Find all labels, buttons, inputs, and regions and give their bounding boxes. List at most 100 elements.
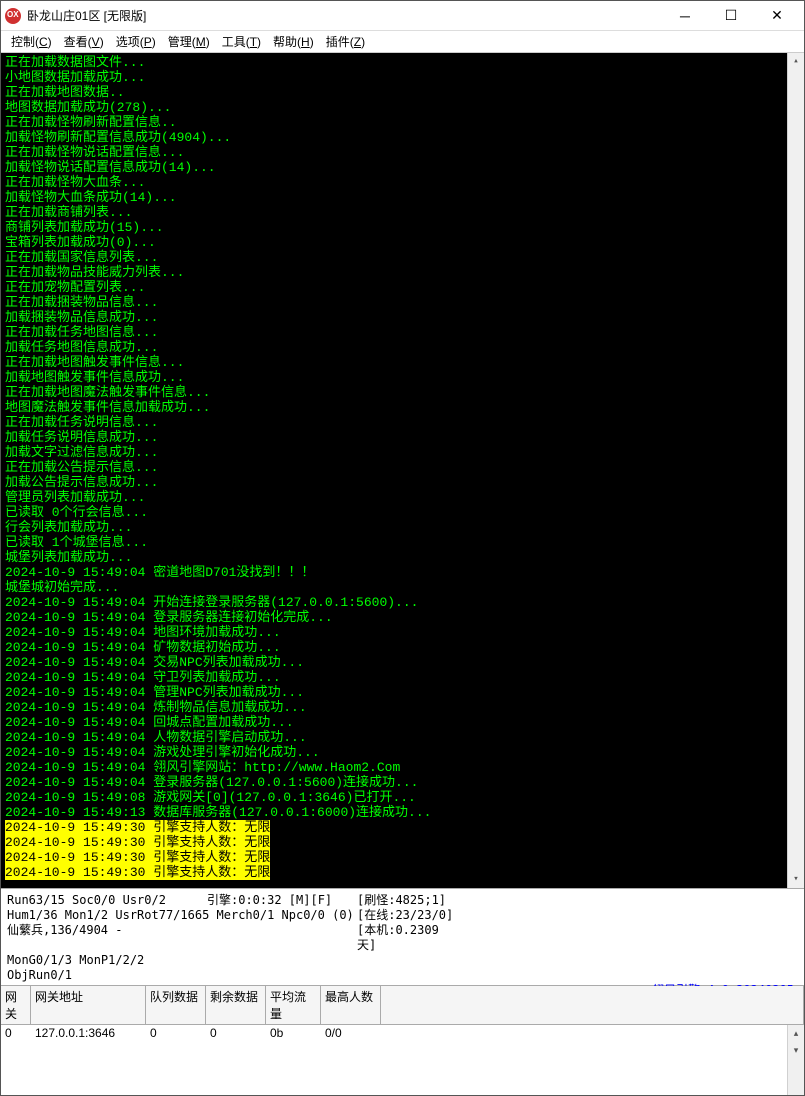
log-line: 小地图数据加载成功... [5, 70, 800, 85]
log-line: 正在加载怪物大血条... [5, 175, 800, 190]
log-line: 正在加载数据图文件... [5, 55, 800, 70]
table-cell: 0 [1, 1025, 31, 1041]
log-line: 2024-10-9 15:49:04 登录服务器(127.0.0.1:5600)… [5, 775, 800, 790]
log-line: 2024-10-9 15:49:04 开始连接登录服务器(127.0.0.1:5… [5, 595, 800, 610]
log-line: 加载文字过滤信息成功... [5, 445, 800, 460]
log-line: 2024-10-9 15:49:04 翎风引擎网站：http://www.Hao… [5, 760, 800, 775]
gateway-table-body: 0127.0.0.1:3646000b0/0 ▴ ▾ [1, 1025, 804, 1095]
log-line: 地图数据加载成功(278)... [5, 100, 800, 115]
table-cell: 0b [266, 1025, 321, 1041]
log-line: 2024-10-9 15:49:04 密道地图D701没找到！！！ [5, 565, 800, 580]
table-cell: 127.0.0.1:3646 [31, 1025, 146, 1041]
log-line: 加载怪物大血条成功(14)... [5, 190, 800, 205]
log-line: 正在加载公告提示信息... [5, 460, 800, 475]
log-line: 行会列表加载成功... [5, 520, 800, 535]
log-line: 正在加载怪物刷新配置信息.. [5, 115, 800, 130]
gateway-table-header: 网关网关地址队列数据剩余数据平均流量最高人数 [1, 985, 804, 1025]
log-line: 2024-10-9 15:49:04 登录服务器连接初始化完成... [5, 610, 800, 625]
log-line: 正在加载地图魔法触发事件信息... [5, 385, 800, 400]
table-cell: 0 [206, 1025, 266, 1041]
log-line: 2024-10-9 15:49:04 矿物数据初始成功... [5, 640, 800, 655]
menu-m[interactable]: 管理(M) [162, 31, 216, 52]
status-mong: MonG0/1/3 MonP1/2/2 ObjRun0/1 [7, 953, 207, 983]
log-line: 加载怪物说话配置信息成功(14)... [5, 160, 800, 175]
log-line: 已读取 1个城堡信息... [5, 535, 800, 550]
titlebar: 卧龙山庄01区 [无限版] ─ ☐ ✕ [1, 1, 804, 31]
log-line: 2024-10-9 15:49:04 管理NPC列表加载成功... [5, 685, 800, 700]
table-cell: 0/0 [321, 1025, 381, 1041]
menu-t[interactable]: 工具(T) [216, 31, 267, 52]
log-line: 商铺列表加载成功(15)... [5, 220, 800, 235]
table-scrollbar[interactable]: ▴ ▾ [787, 1025, 804, 1095]
log-line: 加载任务地图信息成功... [5, 340, 800, 355]
app-icon [5, 8, 21, 24]
scroll-down-icon[interactable]: ▾ [788, 871, 804, 888]
log-line: 正在加载物品技能威力列表... [5, 265, 800, 280]
log-line: 正在加宠物配置列表... [5, 280, 800, 295]
menu-v[interactable]: 查看(V) [58, 31, 110, 52]
scroll-down-icon[interactable]: ▾ [788, 1042, 804, 1059]
log-line: 正在加载怪物说话配置信息... [5, 145, 800, 160]
log-line: 城堡城初始完成... [5, 580, 800, 595]
minimize-button[interactable]: ─ [662, 1, 708, 31]
log-line: 2024-10-9 15:49:13 数据库服务器(127.0.0.1:6000… [5, 805, 800, 820]
log-line: 管理员列表加载成功... [5, 490, 800, 505]
status-engine-time: 引擎:0:0:32 [M][F] [207, 893, 357, 908]
menu-p[interactable]: 选项(P) [110, 31, 162, 52]
log-line: 地图魔法触发事件信息加载成功... [5, 400, 800, 415]
status-item: 仙蘩兵,136/4904 - [7, 923, 357, 953]
log-line: 2024-10-9 15:49:08 游戏网关[0](127.0.0.1:364… [5, 790, 800, 805]
scroll-up-icon[interactable]: ▴ [788, 1025, 804, 1042]
col-header[interactable]: 剩余数据 [206, 986, 266, 1024]
log-line: 2024-10-9 15:49:30 引擎支持人数：无限 [5, 820, 800, 835]
log-line: 正在加载捆装物品信息... [5, 295, 800, 310]
status-run: Run63/15 Soc0/0 Usr0/2 [7, 893, 207, 908]
status-monster: [刷怪:4825;1] [357, 893, 457, 908]
col-header[interactable]: 队列数据 [146, 986, 206, 1024]
table-cell: 0 [146, 1025, 206, 1041]
log-line: 2024-10-9 15:49:04 炼制物品信息加载成功... [5, 700, 800, 715]
log-line: 2024-10-9 15:49:04 回城点配置加载成功... [5, 715, 800, 730]
log-line: 2024-10-9 15:49:04 交易NPC列表加载成功... [5, 655, 800, 670]
log-line: 加载怪物刷新配置信息成功(4904)... [5, 130, 800, 145]
log-line: 正在加载国家信息列表... [5, 250, 800, 265]
log-line: 加载公告提示信息成功... [5, 475, 800, 490]
log-line: 宝箱列表加载成功(0)... [5, 235, 800, 250]
col-header[interactable]: 最高人数 [321, 986, 381, 1024]
log-line: 加载捆装物品信息成功... [5, 310, 800, 325]
menu-z[interactable]: 插件(Z) [320, 31, 371, 52]
console-log: 正在加载数据图文件...小地图数据加载成功...正在加载地图数据..地图数据加载… [1, 53, 804, 888]
log-line: 2024-10-9 15:49:04 地图环境加载成功... [5, 625, 800, 640]
log-line: 正在加载地图触发事件信息... [5, 355, 800, 370]
menubar: 控制(C)查看(V)选项(P)管理(M)工具(T)帮助(H)插件(Z) [1, 31, 804, 53]
log-line: 2024-10-9 15:49:04 人物数据引擎启动成功... [5, 730, 800, 745]
log-line: 加载任务说明信息成功... [5, 430, 800, 445]
status-panel: Run63/15 Soc0/0 Usr0/2 引擎:0:0:32 [M][F] … [1, 888, 804, 985]
close-button[interactable]: ✕ [754, 1, 800, 31]
maximize-button[interactable]: ☐ [708, 1, 754, 31]
log-line: 2024-10-9 15:49:30 引擎支持人数：无限 [5, 865, 800, 880]
menu-h[interactable]: 帮助(H) [267, 31, 320, 52]
col-header[interactable]: 网关 [1, 986, 31, 1024]
log-line: 正在加载商铺列表... [5, 205, 800, 220]
log-line: 正在加载任务说明信息... [5, 415, 800, 430]
log-line: 2024-10-9 15:49:04 守卫列表加载成功... [5, 670, 800, 685]
status-localtime: [本机:0.2309天] [357, 923, 457, 953]
scroll-up-icon[interactable]: ▴ [788, 53, 804, 70]
log-line: 已读取 0个行会信息... [5, 505, 800, 520]
menu-c[interactable]: 控制(C) [5, 31, 58, 52]
col-header[interactable]: 平均流量 [266, 986, 321, 1024]
table-row[interactable]: 0127.0.0.1:3646000b0/0 [1, 1025, 804, 1041]
console-scrollbar[interactable]: ▴ ▾ [787, 53, 804, 888]
status-hum: Hum1/36 Mon1/2 UsrRot77/1665 Merch0/1 Np… [7, 908, 357, 923]
log-line: 正在加载地图数据.. [5, 85, 800, 100]
log-line: 加载地图触发事件信息成功... [5, 370, 800, 385]
log-line: 2024-10-9 15:49:04 游戏处理引擎初始化成功... [5, 745, 800, 760]
log-line: 正在加载任务地图信息... [5, 325, 800, 340]
status-online: [在线:23/23/0] [357, 908, 457, 923]
window-title: 卧龙山庄01区 [无限版] [27, 7, 662, 24]
log-line: 2024-10-9 15:49:30 引擎支持人数：无限 [5, 835, 800, 850]
log-line: 2024-10-9 15:49:30 引擎支持人数：无限 [5, 850, 800, 865]
log-line: 城堡列表加载成功... [5, 550, 800, 565]
col-header[interactable]: 网关地址 [31, 986, 146, 1024]
